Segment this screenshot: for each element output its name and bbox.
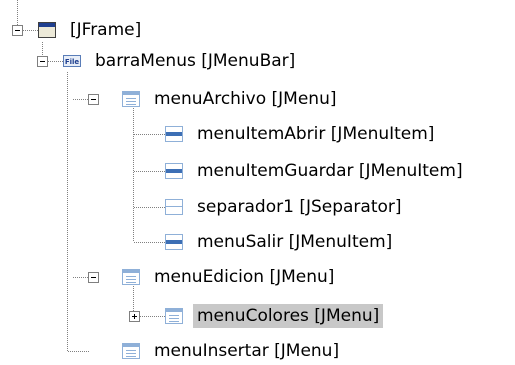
tree-node-menuitemabrir[interactable]: menuItemAbrir [JMenuItem] <box>165 121 438 147</box>
tree-node-label: menuItemAbrir [JMenuItem] <box>197 124 435 144</box>
tree-node-menusalir[interactable]: menuSalir [JMenuItem] <box>165 229 396 255</box>
tree-node-menuinsertar[interactable]: menuInsertar [JMenu] <box>122 338 343 364</box>
tree-node-jframe[interactable]: [JFrame] <box>38 17 145 43</box>
expand-toggle-menucolores[interactable] <box>129 311 140 322</box>
tree-node-label: menuSalir [JMenuItem] <box>197 232 393 252</box>
menu-icon <box>122 91 140 107</box>
tree-node-menuarchivo[interactable]: menuArchivo [JMenu] <box>122 86 340 112</box>
tree-node-menuitemguardar[interactable]: menuItemGuardar [JMenuItem] <box>165 158 467 184</box>
tree-node-menucolores[interactable]: menuColores [JMenu] <box>165 303 384 329</box>
menu-icon <box>122 343 140 359</box>
tree-node-separador1[interactable]: separador1 [JSeparator] <box>165 194 406 220</box>
menu-item-icon <box>165 234 183 250</box>
tree-node-menuedicion[interactable]: menuEdicion [JMenu] <box>122 264 338 290</box>
separator-icon <box>165 199 183 215</box>
tree-node-label: [JFrame] <box>70 20 142 40</box>
menu-item-icon <box>165 126 183 142</box>
collapse-toggle-menuarchivo[interactable] <box>88 94 99 105</box>
tree-node-label: menuInsertar [JMenu] <box>154 341 340 361</box>
tree-node-label: separador1 [JSeparator] <box>197 197 402 217</box>
frame-icon <box>38 22 56 38</box>
tree-node-label: menuArchivo [JMenu] <box>154 89 337 109</box>
tree-node-label: menuEdicion [JMenu] <box>154 267 335 287</box>
file-icon-text: File <box>65 58 80 66</box>
collapse-toggle-jframe[interactable] <box>12 25 23 36</box>
component-tree: [JFrame] File barraMenus [JMenuBar] menu <box>0 0 515 365</box>
tree-node-label-selected: menuColores [JMenu] <box>193 304 384 328</box>
collapse-toggle-menuedicion[interactable] <box>88 272 99 283</box>
tree-node-label: barraMenus [JMenuBar] <box>95 51 296 71</box>
tree-node-barramenus[interactable]: File barraMenus [JMenuBar] <box>63 48 299 74</box>
menu-icon <box>165 308 183 324</box>
tree-node-label: menuItemGuardar [JMenuItem] <box>197 161 463 181</box>
file-menubar-icon: File <box>63 53 81 69</box>
menu-icon <box>122 269 140 285</box>
collapse-toggle-barramenus[interactable] <box>37 56 48 67</box>
menu-item-icon <box>165 163 183 179</box>
